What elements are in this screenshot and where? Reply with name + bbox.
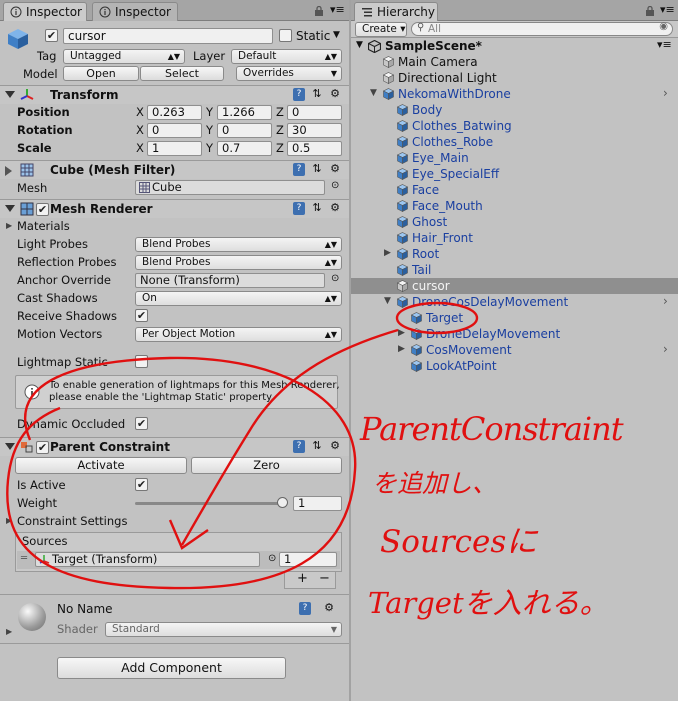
annotation-line-3: Sourcesに [380, 524, 538, 560]
annotation-circle-target [395, 301, 479, 335]
annotation-line-4: Targetを入れる。 [368, 586, 609, 620]
annotation-loop-around-constraint [6, 356, 357, 590]
annotation-text: ParentConstraint を追加し、 Sourcesに Targetを入… [360, 400, 675, 640]
annotation-line-2: を追加し、 [372, 469, 498, 498]
annotation-line-1: ParentConstraint [360, 410, 624, 448]
